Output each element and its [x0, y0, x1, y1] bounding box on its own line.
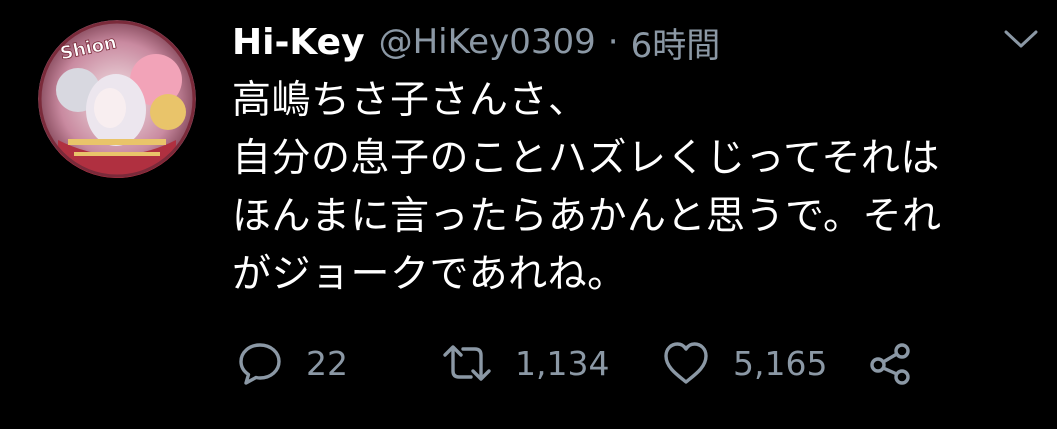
- retweet-count: 1,134: [515, 343, 610, 383]
- retweet-icon: [443, 345, 491, 381]
- avatar[interactable]: Shion: [38, 20, 196, 178]
- reply-count: 22: [306, 343, 348, 383]
- chevron-down-icon: [1004, 30, 1038, 48]
- heart-icon: [664, 342, 708, 384]
- avatar-image: Shion: [38, 20, 196, 178]
- tweet-text: 高嶋ちさ子さんさ、 自分の息子のことハズレくじってそれは ほんまに言ったらあかん…: [232, 72, 1032, 304]
- separator-dot: ·: [607, 22, 619, 62]
- tweet-actions: 22 1,134 5,165: [236, 336, 936, 390]
- tweet[interactable]: Shion Hi-Key @HiKey0309 · 6時間 高嶋ちさ子さんさ、 …: [0, 0, 1057, 429]
- reply-button[interactable]: 22: [236, 336, 348, 390]
- tweet-header: Hi-Key @HiKey0309 · 6時間: [232, 14, 720, 70]
- retweet-button[interactable]: 1,134: [441, 336, 609, 390]
- user-handle[interactable]: @HiKey0309: [379, 22, 596, 62]
- tweet-text-line: 高嶋ちさ子さんさ、: [232, 78, 588, 123]
- tweet-text-line: がジョークであれね。: [232, 252, 627, 297]
- more-options-button[interactable]: [1000, 24, 1042, 54]
- tweet-text-line: ほんまに言ったらあかんと思うで。それ: [232, 194, 942, 239]
- tweet-text-line: 自分の息子のことハズレくじってそれは: [232, 136, 940, 181]
- timestamp[interactable]: 6時間: [631, 18, 721, 67]
- share-icon: [870, 343, 910, 385]
- display-name[interactable]: Hi-Key: [232, 22, 365, 63]
- like-button[interactable]: 5,165: [661, 336, 827, 390]
- share-button[interactable]: [866, 336, 914, 390]
- like-count: 5,165: [733, 343, 828, 383]
- speech-bubble-icon: [239, 343, 281, 385]
